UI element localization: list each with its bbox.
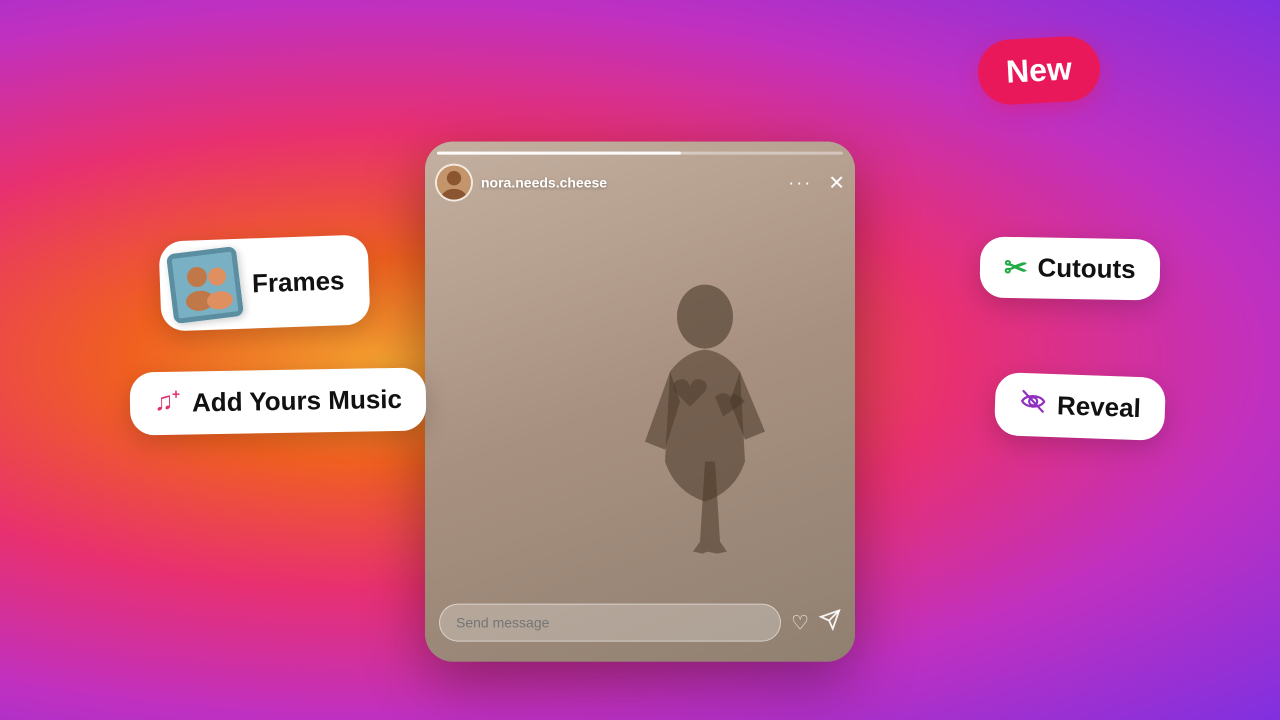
story-silhouette <box>615 262 795 582</box>
phone-frame: nora.needs.cheese ··· ✕ ♡ <box>425 142 855 662</box>
story-progress-fill <box>437 152 681 155</box>
svg-text:+: + <box>172 386 180 402</box>
scissors-icon: ✂ <box>1004 251 1028 284</box>
frames-sticker[interactable]: Frames <box>158 234 370 331</box>
story-username: nora.needs.cheese <box>481 175 780 191</box>
add-yours-music-sticker[interactable]: ♫ + Add Yours Music <box>129 367 426 435</box>
send-bar: ♡ <box>439 604 841 642</box>
avatar[interactable] <box>435 164 473 202</box>
new-badge-label: New <box>1005 50 1073 89</box>
new-badge: New <box>977 35 1102 106</box>
more-options-icon[interactable]: ··· <box>788 172 812 193</box>
share-icon[interactable] <box>819 609 841 637</box>
cutouts-label: Cutouts <box>1038 252 1137 285</box>
music-note-plus-icon: ♫ + <box>154 386 183 421</box>
add-yours-music-label: Add Yours Music <box>192 384 402 419</box>
send-icons: ♡ <box>791 609 841 637</box>
reveal-sticker[interactable]: Reveal <box>994 372 1166 441</box>
svg-text:♫: ♫ <box>154 386 174 414</box>
story-progress-bar <box>437 152 843 155</box>
cutouts-sticker[interactable]: ✂ Cutouts <box>980 236 1161 300</box>
heart-icon[interactable]: ♡ <box>791 610 809 635</box>
close-button[interactable]: ✕ <box>828 170 845 195</box>
frames-thumbnail <box>166 246 244 324</box>
reveal-icon <box>1019 387 1048 423</box>
reveal-label: Reveal <box>1057 390 1142 424</box>
story-header: nora.needs.cheese ··· ✕ <box>435 164 845 202</box>
frames-label: Frames <box>251 265 345 299</box>
send-message-input[interactable] <box>439 604 781 642</box>
